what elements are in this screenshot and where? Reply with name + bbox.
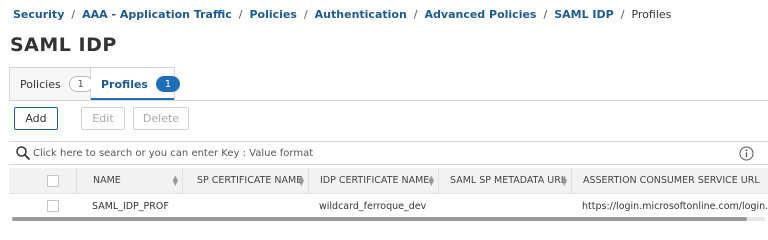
page-title: SAML IDP — [10, 34, 117, 56]
search-icon — [15, 145, 31, 161]
tab-policies-label: Policies — [20, 77, 61, 91]
column-header-label: SP CERTIFICATE NAME — [197, 175, 303, 186]
tab-bar: Policies 1 Profiles 1 — [9, 67, 180, 100]
breadcrumb-separator: / — [543, 7, 548, 21]
breadcrumb-separator: / — [413, 7, 418, 21]
scrollbar-thumb[interactable] — [12, 217, 747, 221]
column-header-assertion-consumer-service-url[interactable]: ASSERTION CONSUMER SERVICE URL — [571, 168, 768, 193]
edit-button[interactable]: Edit — [81, 107, 125, 130]
breadcrumb-separator: / — [303, 7, 308, 21]
table-row[interactable]: SAML_IDP_PROF wildcard_ferroque_dev http… — [9, 194, 768, 218]
cell-saml-sp-metadata-url — [438, 194, 571, 218]
tab-profiles-count-badge: 1 — [155, 76, 180, 92]
breadcrumb-separator: / — [620, 7, 625, 21]
toolbar: Add Edit Delete — [14, 107, 189, 130]
search-bar[interactable]: Click here to search or you can enter Ke… — [9, 141, 768, 165]
sort-icon: ▲ ▼ — [298, 174, 304, 187]
cell-idp-certificate-name: wildcard_ferroque_dev — [319, 200, 427, 212]
column-header-saml-sp-metadata-url[interactable]: SAML SP METADATA URL ▲ ▼ — [438, 168, 571, 193]
info-icon[interactable] — [739, 146, 754, 161]
delete-button[interactable]: Delete — [133, 107, 189, 130]
row-select-cell — [9, 194, 76, 218]
breadcrumb-policies[interactable]: Policies — [249, 8, 296, 21]
sort-icon: ▲ ▼ — [428, 174, 434, 187]
breadcrumb-aaa-application-traffic[interactable]: AAA - Application Traffic — [82, 8, 232, 21]
cell-assertion-consumer-service-url: https://login.microsoftonline.com/login.… — [582, 200, 768, 212]
column-header-sp-certificate-name[interactable]: SP CERTIFICATE NAME ▲ ▼ — [182, 168, 308, 193]
breadcrumb-authentication[interactable]: Authentication — [315, 8, 407, 21]
breadcrumb: Security / AAA - Application Traffic / P… — [13, 6, 671, 22]
tab-profiles[interactable]: Profiles 1 — [91, 67, 180, 100]
column-header-label: ASSERTION CONSUMER SERVICE URL — [583, 175, 760, 186]
add-button[interactable]: Add — [14, 107, 58, 130]
horizontal-scrollbar[interactable] — [12, 217, 765, 221]
table-header: NAME ▲ ▼ SP CERTIFICATE NAME ▲ ▼ IDP CERTI… — [9, 168, 768, 194]
tab-policies[interactable]: Policies 1 — [9, 67, 93, 100]
breadcrumb-separator: / — [71, 7, 76, 21]
column-header-label: NAME — [93, 175, 121, 186]
column-header-idp-certificate-name[interactable]: IDP CERTIFICATE NAME ▲ ▼ — [308, 168, 438, 193]
tab-profiles-label: Profiles — [101, 77, 148, 91]
select-all-cell — [9, 168, 76, 193]
sort-icon: ▲ ▼ — [172, 174, 178, 187]
tab-divider — [9, 100, 768, 101]
column-header-label: IDP CERTIFICATE NAME — [320, 175, 430, 186]
search-input[interactable]: Click here to search or you can enter Ke… — [33, 148, 313, 159]
select-all-checkbox[interactable] — [47, 174, 59, 187]
breadcrumb-advanced-policies[interactable]: Advanced Policies — [425, 8, 537, 21]
breadcrumb-separator: / — [238, 7, 243, 21]
cell-sp-certificate-name — [182, 194, 308, 218]
tab-policies-count-badge: 1 — [68, 76, 93, 92]
column-header-name[interactable]: NAME ▲ ▼ — [76, 168, 182, 193]
profiles-table: NAME ▲ ▼ SP CERTIFICATE NAME ▲ ▼ IDP CERTI… — [9, 168, 768, 218]
breadcrumb-saml-idp[interactable]: SAML IDP — [554, 8, 614, 21]
breadcrumb-current: Profiles — [631, 7, 672, 21]
cell-name: SAML_IDP_PROF — [92, 200, 169, 212]
breadcrumb-security[interactable]: Security — [13, 8, 64, 21]
sort-icon: ▲ ▼ — [561, 174, 567, 187]
column-header-label: SAML SP METADATA URL — [450, 175, 567, 186]
row-checkbox[interactable] — [47, 200, 59, 212]
